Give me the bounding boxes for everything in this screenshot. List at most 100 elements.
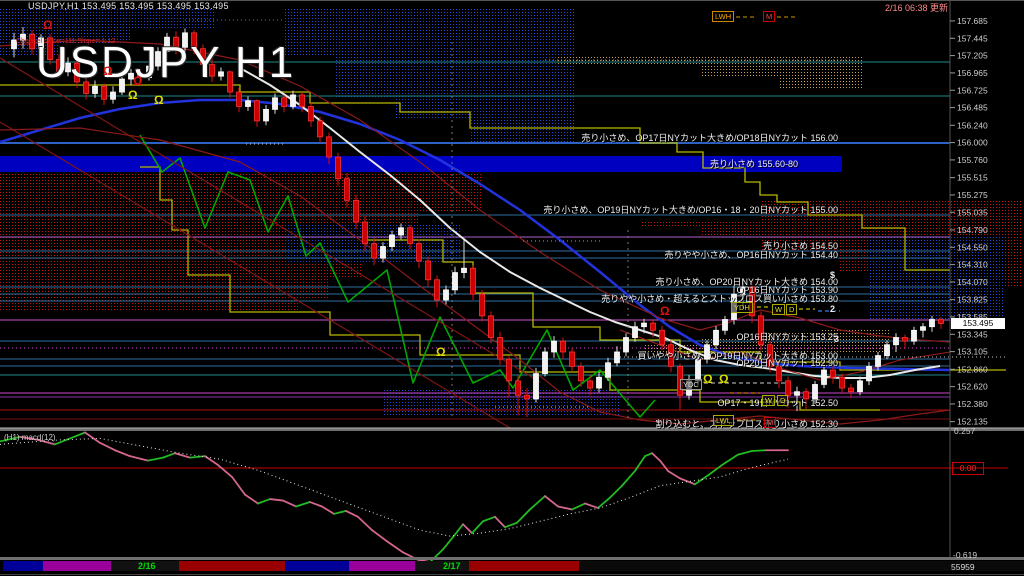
candle-body	[417, 244, 422, 261]
current-price-box: 153.495	[951, 318, 1005, 329]
candle-body	[273, 98, 278, 110]
candle-body	[453, 273, 458, 290]
candle-body	[102, 86, 107, 99]
session-segment	[43, 561, 111, 571]
candle-body	[696, 359, 701, 381]
candle-body	[264, 109, 269, 121]
candle-body	[282, 98, 287, 107]
candle-body	[381, 247, 386, 259]
axis-price-label: 153.105	[957, 347, 988, 357]
macd-line-segment	[622, 471, 635, 486]
candle-body	[876, 356, 881, 367]
macd-line-segment	[163, 453, 175, 457]
macd-line-segment	[70, 432, 85, 438]
candle-body	[354, 200, 359, 222]
macd-line-segment	[115, 450, 130, 456]
candle-body	[867, 366, 872, 380]
macd-line-segment	[652, 453, 660, 460]
update-timestamp: 2/16 06:38 更新	[885, 1, 948, 14]
marker-badge-ydh[interactable]: YDH	[731, 302, 753, 313]
omega-signal-icon: Ω	[133, 76, 143, 86]
marker-badge-lwl[interactable]: LWL	[713, 415, 734, 426]
candle-body	[849, 388, 854, 392]
omega-signal-icon: Ω	[719, 374, 729, 384]
bottom-splitter	[0, 557, 1024, 560]
macd-line-segment	[258, 499, 270, 503]
macd-line-segment	[372, 530, 388, 542]
price-annotation: 売りやや小さめ、OP16日NYカット 154.40	[664, 248, 838, 261]
macd-line-segment	[148, 458, 163, 461]
wave-count-mark: $	[830, 270, 835, 280]
candle-body	[615, 352, 620, 363]
axis-price-label: 153.825	[957, 295, 988, 305]
marker-badge-w[interactable]: W	[762, 395, 775, 406]
marker-badge-d[interactable]: D	[777, 395, 788, 406]
axis-price-label: 157.445	[957, 33, 988, 43]
channel-slope-readout: Channel slope=111 Slope=-1.12	[16, 38, 115, 45]
candle-body	[885, 345, 890, 356]
macd-line-segment	[455, 524, 463, 534]
session-timeline-bar[interactable]	[3, 561, 1024, 571]
macd-scale-min: -0.619	[953, 550, 977, 560]
macd-line-segment	[430, 549, 443, 562]
candle-body	[822, 370, 827, 384]
macd-line-segment	[635, 456, 645, 471]
axis-price-label: 156.240	[957, 120, 988, 130]
macd-line-segment	[585, 504, 598, 508]
candle-body	[534, 374, 539, 399]
macd-line-segment	[358, 517, 372, 530]
macd-line-segment	[645, 453, 652, 456]
candle-body	[561, 341, 566, 352]
marker-badge-lwh[interactable]: LWH	[712, 11, 734, 22]
omega-signal-icon: Ω	[436, 347, 446, 357]
mt4-chart-window: 157.685157.445157.205156.965156.725156.4…	[0, 0, 1024, 576]
axis-price-label: 157.685	[957, 16, 988, 26]
macd-line-segment	[752, 450, 766, 451]
macd-line-segment	[598, 498, 610, 508]
candle-body	[435, 280, 440, 300]
candle-body	[462, 268, 467, 272]
candle-body	[111, 92, 116, 99]
session-segment	[415, 561, 469, 571]
candle-body	[336, 157, 341, 179]
candle-body	[795, 392, 800, 396]
axis-price-label: 156.965	[957, 68, 988, 78]
axis-price-label: 153.345	[957, 329, 988, 339]
axis-price-label: 155.515	[957, 173, 988, 183]
macd-line-segment	[517, 509, 530, 522]
macd-line-segment	[545, 496, 558, 506]
macd-zero-box: 0.00	[952, 462, 984, 475]
candle-body	[570, 352, 575, 366]
price-annotation: OP16日NYカット 153.25	[736, 330, 838, 343]
axis-price-label: 155.275	[957, 190, 988, 200]
axis-price-label: 156.000	[957, 138, 988, 148]
cloud-bottom-blue	[383, 388, 620, 416]
price-annotation: 売りやや小さめ・超えるとストップロス買い小さめ 153.80	[601, 292, 838, 305]
candle-body	[390, 235, 395, 247]
marker-badge-d[interactable]: D	[786, 304, 797, 315]
candle-body	[525, 395, 530, 399]
axis-price-label: 154.070	[957, 277, 988, 287]
session-date-label: 2/16	[138, 561, 156, 571]
marker-badge-m[interactable]: M	[763, 11, 775, 22]
candle-body	[426, 261, 431, 280]
axis-price-label: 156.485	[957, 103, 988, 113]
macd-line-segment	[572, 504, 585, 510]
marker-badge-ydc[interactable]: YDC	[680, 379, 702, 390]
macd-line-segment	[130, 456, 148, 460]
candle-body	[372, 244, 377, 258]
session-segment	[179, 561, 285, 571]
candle-body	[489, 316, 494, 338]
watermark-symbol-title: USDJPY H1	[36, 38, 295, 88]
macd-line-segment	[530, 496, 545, 509]
marker-badge-m[interactable]: M	[764, 417, 776, 428]
candle-body	[588, 381, 593, 388]
macd-line-segment	[708, 465, 722, 475]
macd-line-segment	[483, 517, 495, 521]
session-segment	[3, 561, 43, 571]
omega-signal-icon: Ω	[154, 95, 164, 105]
macd-line-segment	[218, 465, 232, 477]
marker-badge-w[interactable]: W	[772, 304, 785, 315]
axis-price-label: 157.205	[957, 51, 988, 61]
macd-line-segment	[610, 486, 622, 498]
